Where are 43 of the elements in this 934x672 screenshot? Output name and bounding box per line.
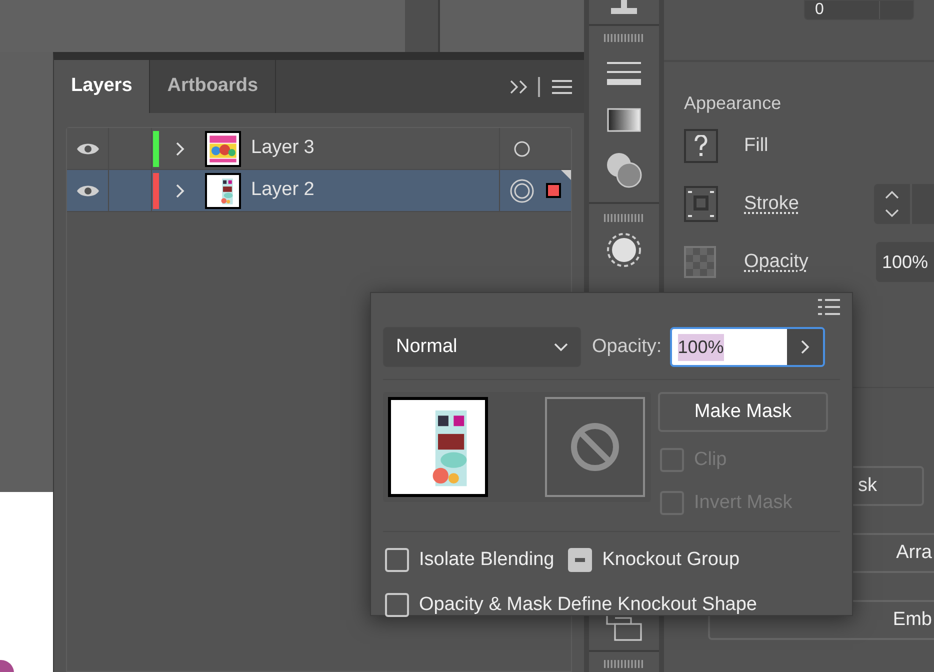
panel-tab[interactable]: Layers bbox=[54, 60, 150, 113]
checkbox[interactable] bbox=[568, 548, 592, 572]
list-menu-icon[interactable] bbox=[818, 299, 840, 315]
grip-icon[interactable] bbox=[604, 34, 644, 42]
checkbox[interactable] bbox=[385, 592, 409, 617]
appearance-label[interactable]: Stroke bbox=[744, 190, 799, 218]
layer-name: Layer 2 bbox=[251, 178, 314, 202]
blend-mode-dropdown[interactable]: Normal bbox=[383, 327, 581, 367]
no-entry-icon bbox=[570, 422, 620, 472]
layer-row[interactable]: Layer 2 bbox=[67, 170, 571, 212]
chevron-right-icon[interactable] bbox=[175, 140, 185, 156]
opacity-label: Opacity: bbox=[592, 334, 662, 359]
corner-icon bbox=[560, 170, 571, 180]
mask-placeholder[interactable] bbox=[545, 397, 645, 497]
grip-icon[interactable] bbox=[604, 214, 644, 222]
eye-icon[interactable] bbox=[76, 184, 100, 198]
checkbox[interactable] bbox=[385, 548, 409, 572]
make-mask-button[interactable]: Make Mask bbox=[658, 392, 828, 432]
section-title: Appearance bbox=[684, 92, 782, 115]
stroke-weight-stepper[interactable] bbox=[874, 184, 934, 224]
grip-icon[interactable] bbox=[604, 660, 644, 668]
layer-row[interactable]: Layer 3 bbox=[67, 128, 571, 170]
expand-icon[interactable] bbox=[510, 80, 528, 94]
menu-icon[interactable] bbox=[552, 78, 572, 94]
stroke-swatch-icon[interactable] bbox=[684, 186, 718, 222]
checkerboard-icon[interactable] bbox=[684, 246, 716, 278]
opacity-field[interactable]: 100% bbox=[876, 242, 934, 282]
stroke-lines-icon[interactable] bbox=[606, 62, 641, 86]
checkbox-label: Isolate Blending bbox=[419, 548, 554, 572]
chevron-right-icon[interactable] bbox=[175, 182, 185, 198]
appearance-label[interactable]: Opacity bbox=[744, 248, 808, 276]
fill-swatch-icon[interactable] bbox=[684, 129, 718, 163]
checkbox-label: Knockout Group bbox=[602, 548, 740, 572]
gradient-icon[interactable] bbox=[606, 108, 641, 132]
layer-name: Layer 3 bbox=[251, 136, 314, 160]
transparency-icon[interactable] bbox=[606, 152, 642, 188]
dashed-circle-icon[interactable] bbox=[606, 232, 642, 268]
eye-icon[interactable] bbox=[76, 142, 100, 156]
number-field[interactable]: 0 bbox=[804, 0, 914, 20]
target-icon[interactable] bbox=[510, 178, 534, 202]
appearance-label: Fill bbox=[744, 134, 768, 158]
selection-square-icon[interactable] bbox=[546, 183, 561, 198]
chevron-down-icon bbox=[554, 342, 568, 352]
